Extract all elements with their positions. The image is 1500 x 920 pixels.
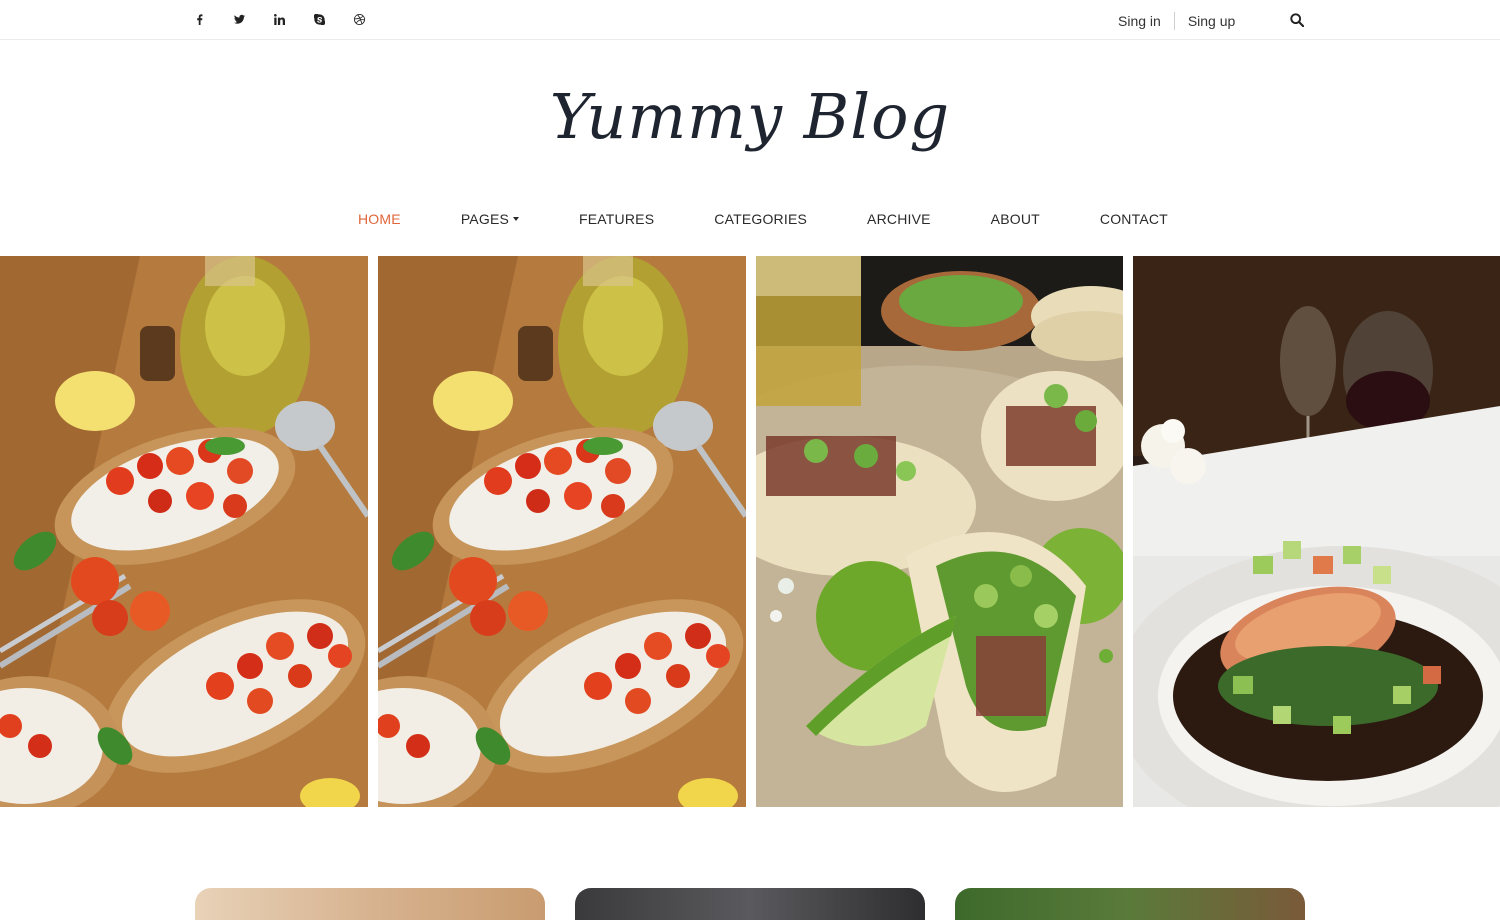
bruschetta-photo[interactable] [0,256,368,807]
salmon-dish-photo[interactable] [1133,256,1500,807]
sign-in-link[interactable]: Sing in [1118,13,1161,29]
post-card-2[interactable] [575,888,925,920]
site-logo[interactable]: Yummy Blog [0,80,1500,153]
nav-item-pages-label: PAGES [460,211,510,227]
twitter-icon[interactable] [230,10,248,28]
nav-item-categories[interactable]: CATEGORIES [714,211,807,227]
sign-up-link[interactable]: Sing up [1188,13,1235,29]
hero-gallery [0,256,1500,807]
auth-divider [1173,12,1175,30]
nav-item-contact[interactable]: CONTACT [1100,211,1168,227]
main-nav: HOME PAGES FEATURES CATEGORIES ARCHIVE A… [358,211,1168,227]
linkedin-icon[interactable] [270,10,288,28]
nav-item-about[interactable]: ABOUT [991,211,1040,227]
post-card-3[interactable] [955,888,1305,920]
nav-item-archive[interactable]: ARCHIVE [867,211,931,227]
nav-item-home[interactable]: HOME [358,211,401,227]
bruschetta-photo[interactable] [378,256,746,807]
skype-icon[interactable] [310,10,328,28]
nav-item-pages[interactable]: PAGES [460,211,520,227]
tacos-photo[interactable] [756,256,1123,807]
post-card-1[interactable] [195,888,545,920]
search-icon[interactable] [1290,13,1306,29]
facebook-icon[interactable] [190,10,208,28]
nav-item-features[interactable]: FEATURES [579,211,654,227]
auth-links: Sing in Sing up [1118,12,1235,30]
top-bar: Sing in Sing up [0,0,1500,40]
chevron-down-icon [513,217,520,222]
dribbble-icon[interactable] [350,10,368,28]
social-links [190,10,368,28]
